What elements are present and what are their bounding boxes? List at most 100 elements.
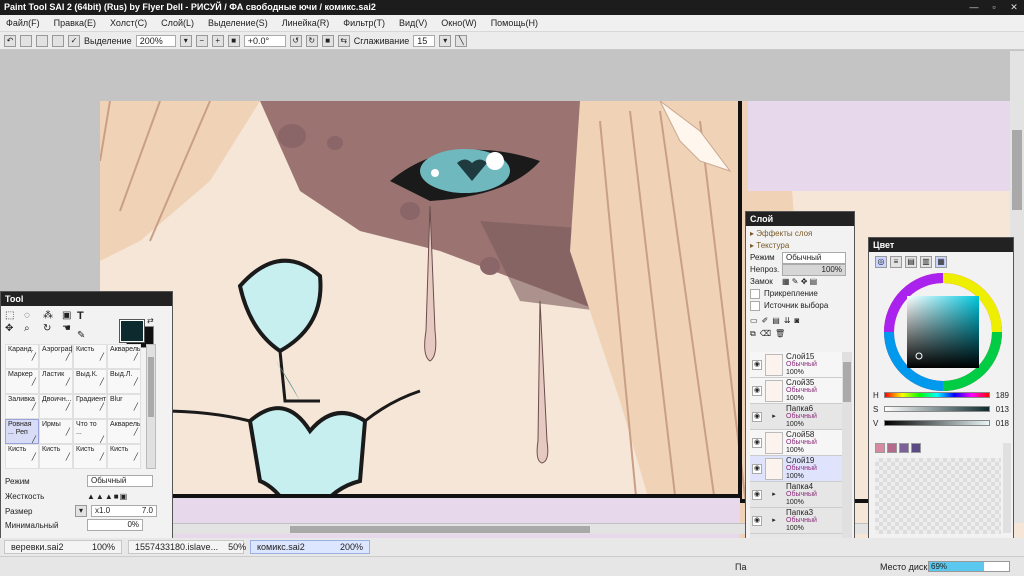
- menu-edit[interactable]: Правка(E): [54, 18, 96, 28]
- selection-toggle[interactable]: ✓: [68, 34, 80, 47]
- visibility-eye-icon[interactable]: ◉: [752, 359, 762, 370]
- tool-slot[interactable]: Что то ... ╱: [73, 419, 107, 444]
- tool-slot[interactable]: Аэрограф ╱: [39, 344, 73, 369]
- tool-slot[interactable]: Ирмы ╱: [39, 419, 73, 444]
- hardness-options[interactable]: ▲▲▲■▣: [87, 492, 128, 501]
- layer-row[interactable]: ◉ ▸ Папка6 Обычный 100%: [750, 404, 842, 430]
- magic-wand-icon[interactable]: ⁂: [43, 310, 60, 321]
- hue-slider[interactable]: [884, 392, 990, 398]
- tool-list-scrollbar[interactable]: [146, 344, 156, 469]
- folder-expand-icon[interactable]: ▸: [765, 491, 783, 499]
- opacity-slider[interactable]: 100%: [782, 264, 846, 276]
- color-swatch[interactable]: [911, 443, 921, 453]
- zoom-out-icon[interactable]: −: [195, 34, 208, 47]
- folder-expand-icon[interactable]: ▸: [765, 413, 783, 421]
- color-wheel[interactable]: [883, 272, 1003, 392]
- rotate-left-icon[interactable]: ↺: [289, 34, 302, 47]
- clip-checkbox[interactable]: [750, 289, 760, 299]
- zoom-reset-icon[interactable]: ■: [227, 34, 240, 47]
- tool-slot[interactable]: Двоичн... ╱: [39, 394, 73, 419]
- layer-effects-toggle[interactable]: ▸ Эффекты слоя: [750, 228, 850, 240]
- new-layer-icon[interactable]: ▭: [750, 315, 758, 327]
- visibility-eye-icon[interactable]: ◉: [752, 463, 762, 474]
- menu-layer[interactable]: Слой(L): [161, 18, 194, 28]
- hue-slider-row[interactable]: H 189: [869, 388, 1013, 402]
- move-icon[interactable]: ✥: [5, 323, 22, 334]
- zoom-tool-icon[interactable]: ⌕: [24, 323, 41, 334]
- tool-slot[interactable]: Ровная ... Реп ╱: [5, 419, 39, 444]
- value-slider-row[interactable]: V 018: [869, 416, 1013, 430]
- tool-slot[interactable]: Акварель ╱: [107, 344, 141, 369]
- menu-file[interactable]: Файл(F): [6, 18, 40, 28]
- invert-selection-button[interactable]: [52, 34, 64, 47]
- tool-slot[interactable]: Кисть ╱: [107, 444, 141, 469]
- menu-canvas[interactable]: Холст(C): [110, 18, 147, 28]
- selection-source-checkbox[interactable]: [750, 301, 760, 311]
- size-multiplier-icon[interactable]: ▾: [75, 505, 87, 517]
- smoothing-dropdown-icon[interactable]: ▾: [439, 34, 452, 47]
- clear-layer-icon[interactable]: ⌫: [760, 328, 771, 340]
- eyedropper-icon[interactable]: ✎: [77, 330, 85, 341]
- menu-view[interactable]: Вид(V): [399, 18, 427, 28]
- visibility-eye-icon[interactable]: ◉: [752, 489, 762, 500]
- rotate-tool-icon[interactable]: ↻: [43, 323, 60, 334]
- tool-slot[interactable]: Градиент ╱: [73, 394, 107, 419]
- flip-horizontal-icon[interactable]: ⇆: [337, 34, 350, 47]
- tool-slot[interactable]: Кисть ╱: [39, 444, 73, 469]
- new-vector-layer-icon[interactable]: ✐: [762, 315, 769, 327]
- zoom-field[interactable]: 200%: [135, 34, 176, 47]
- zoom-dropdown-icon[interactable]: ▾: [179, 34, 192, 47]
- tool-slot[interactable]: Кисть ╱: [73, 344, 107, 369]
- menu-window[interactable]: Окно(W): [441, 18, 476, 28]
- visibility-eye-icon[interactable]: ◉: [752, 385, 762, 396]
- tool-slot[interactable]: Кисть ╱: [73, 444, 107, 469]
- layer-row[interactable]: ◉ ▸ Папка3 Обычный 100%: [750, 508, 842, 534]
- rect-select-icon[interactable]: ⬚: [5, 310, 22, 321]
- layer-mode-select[interactable]: Обычный: [782, 252, 846, 264]
- tool-slot[interactable]: Выд.К. ╱: [73, 369, 107, 394]
- rotate-right-icon[interactable]: ↻: [305, 34, 318, 47]
- foreground-color-swatch[interactable]: [119, 319, 145, 343]
- lock-icons[interactable]: ▦ ✎ ✥ ▤: [782, 276, 817, 288]
- rotation-field[interactable]: +0.0°: [243, 34, 286, 47]
- minimize-icon[interactable]: —: [964, 0, 984, 15]
- straight-line-icon[interactable]: ╲: [455, 34, 468, 47]
- saturation-slider-row[interactable]: S 013: [869, 402, 1013, 416]
- layer-texture-toggle[interactable]: ▸ Текстура: [750, 240, 850, 252]
- lasso-icon[interactable]: ◌: [24, 310, 41, 321]
- size-field[interactable]: x1.0 7.0: [91, 505, 157, 517]
- redo-icon[interactable]: [20, 34, 32, 47]
- doc-tab-2[interactable]: комикс.sai2 200%: [250, 540, 370, 554]
- doc-tab-1[interactable]: 1557433180.islave... 50%: [128, 540, 246, 554]
- color-swatch[interactable]: [875, 443, 885, 453]
- visibility-eye-icon[interactable]: ◉: [752, 437, 762, 448]
- undo-icon[interactable]: ↶: [4, 34, 16, 47]
- text-tool-icon[interactable]: T: [77, 310, 84, 322]
- visibility-eye-icon[interactable]: ◉: [752, 411, 762, 422]
- folder-expand-icon[interactable]: ▸: [765, 517, 783, 525]
- color-wheel-tab-icon[interactable]: ◎: [875, 256, 887, 268]
- copy-layer-icon[interactable]: ⧉: [750, 328, 756, 340]
- merge-icon[interactable]: ⇊: [784, 315, 791, 327]
- brush-mode-select[interactable]: Обычный: [87, 475, 153, 487]
- deselect-button[interactable]: [36, 34, 48, 47]
- hsv-slider-tab-icon[interactable]: ▤: [905, 256, 917, 268]
- layer-row[interactable]: ◉ Слой35 Обычный 100%: [750, 378, 842, 404]
- tool-slot[interactable]: Blur ╱: [107, 394, 141, 419]
- layer-row[interactable]: ◉ Слой58 Обычный 100%: [750, 430, 842, 456]
- tool-slot[interactable]: Маркер ╱: [5, 369, 39, 394]
- menu-selection[interactable]: Выделение(S): [208, 18, 268, 28]
- min-size-field[interactable]: 0%: [87, 519, 143, 531]
- color-swatch[interactable]: [887, 443, 897, 453]
- rgb-slider-tab-icon[interactable]: ≡: [890, 256, 902, 268]
- layer-row[interactable]: ◉ Слой19 Обычный 100%: [750, 456, 842, 482]
- tool-slot[interactable]: Каранд. ╱: [5, 344, 39, 369]
- close-icon[interactable]: ✕: [1004, 0, 1024, 15]
- menu-help[interactable]: Помощь(H): [491, 18, 538, 28]
- smoothing-field[interactable]: 15: [413, 34, 436, 47]
- menu-filter[interactable]: Фильтр(T): [343, 18, 385, 28]
- value-slider[interactable]: [884, 420, 990, 426]
- layer-row[interactable]: ◉ ▸ Папка4 Обычный 100%: [750, 482, 842, 508]
- zoom-in-icon[interactable]: +: [211, 34, 224, 47]
- tool-slot[interactable]: Заливка ╱: [5, 394, 39, 419]
